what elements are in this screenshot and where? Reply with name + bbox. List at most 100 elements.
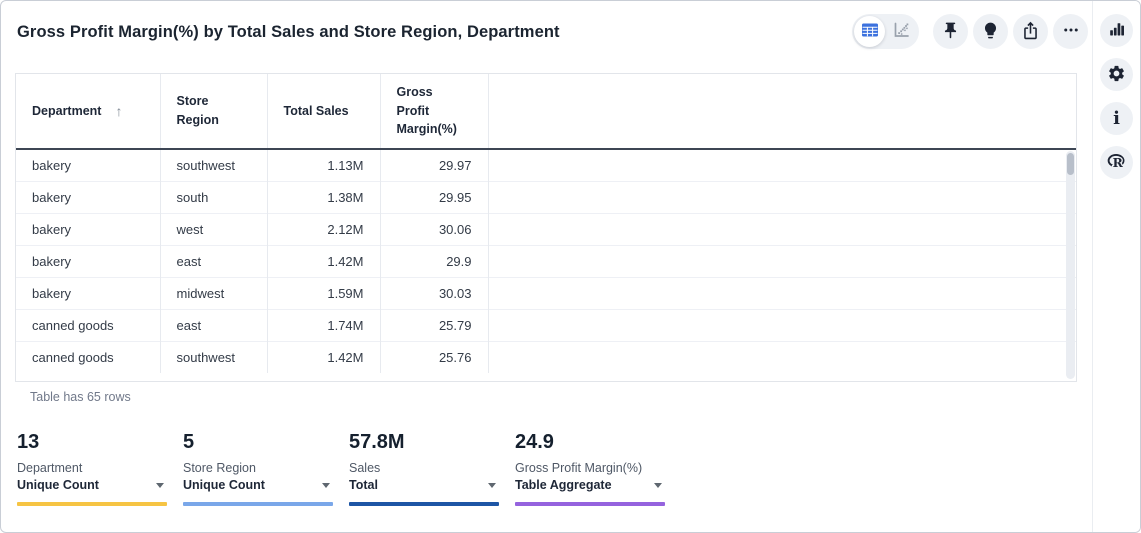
gear-icon [1107,64,1126,86]
scatter-chart-icon [891,20,911,43]
column-header-total-sales[interactable]: Total Sales [267,74,380,149]
empty-cell [488,181,1076,213]
cell-total-sales[interactable]: 1.42M [267,341,380,373]
cell-department[interactable]: canned goods [16,341,160,373]
card-label: Department [17,460,167,476]
cell-store-region[interactable]: east [160,309,267,341]
cell-gross-profit-margin[interactable]: 25.79 [380,309,488,341]
card-value: 5 [183,430,333,454]
cell-store-region[interactable]: south [160,181,267,213]
page-title: Gross Profit Margin(%) by Total Sales an… [17,23,560,42]
cell-total-sales[interactable]: 1.74M [267,309,380,341]
cell-department[interactable]: bakery [16,245,160,277]
summary-card-gross-profit-margin: 24.9 Gross Profit Margin(%) Table Aggreg… [515,430,665,506]
cell-department[interactable]: bakery [16,213,160,245]
cell-total-sales[interactable]: 1.59M [267,277,380,309]
card-accent-bar [183,502,333,506]
card-accent-bar [17,502,167,506]
chart-type-button[interactable] [1100,14,1133,47]
table-scrollbar[interactable] [1066,151,1075,379]
summary-card-store-region: 5 Store Region Unique Count [183,430,333,506]
empty-cell [488,149,1076,181]
chevron-down-icon [488,483,496,488]
insights-button[interactable] [973,14,1008,49]
aggregation-label: Unique Count [17,477,99,493]
empty-header-cell [488,74,1076,149]
cell-gross-profit-margin[interactable]: 29.97 [380,149,488,181]
info-button[interactable]: i [1100,102,1133,135]
cell-gross-profit-margin[interactable]: 29.9 [380,245,488,277]
settings-button[interactable] [1100,58,1133,91]
column-header-gross-profit-margin[interactable]: Gross Profit Margin(%) [380,74,488,149]
cell-department[interactable]: canned goods [16,309,160,341]
column-header-store-region[interactable]: Store Region [160,74,267,149]
scrollbar-thumb[interactable] [1067,153,1074,175]
table-row: bakery south 1.38M 29.95 [16,181,1076,213]
cell-gross-profit-margin[interactable]: 29.95 [380,181,488,213]
cell-department[interactable]: bakery [16,181,160,213]
card-accent-bar [515,502,665,506]
lightbulb-icon [981,21,1000,43]
card-value: 13 [17,430,167,454]
table-row: bakery west 2.12M 30.06 [16,213,1076,245]
column-header-department[interactable]: Department ↑ [16,74,160,149]
card-value: 24.9 [515,430,665,454]
table-row: bakery east 1.42M 29.9 [16,245,1076,277]
ellipsis-icon [1062,21,1080,42]
cell-store-region[interactable]: southwest [160,341,267,373]
more-options-button[interactable] [1053,14,1088,49]
table-view-button[interactable] [854,16,885,47]
pin-button[interactable] [933,14,968,49]
aggregation-label: Unique Count [183,477,265,493]
cell-gross-profit-margin[interactable]: 25.76 [380,341,488,373]
card-accent-bar [349,502,499,506]
table-row: canned goods southwest 1.42M 25.76 [16,341,1076,373]
empty-cell [488,277,1076,309]
results-table: Department ↑ Store Region Total Sales Gr… [15,73,1077,382]
aggregation-dropdown[interactable]: Unique Count [17,477,167,493]
summary-card-sales: 57.8M Sales Total [349,430,499,506]
card-label: Gross Profit Margin(%) [515,460,665,476]
chevron-down-icon [654,483,662,488]
card-label: Store Region [183,460,333,476]
sort-ascending-icon[interactable]: ↑ [115,101,122,122]
cell-total-sales[interactable]: 2.12M [267,213,380,245]
chart-view-button[interactable] [885,16,916,47]
pin-icon [941,21,960,43]
chevron-down-icon [322,483,330,488]
cell-department[interactable]: bakery [16,149,160,181]
cell-store-region[interactable]: east [160,245,267,277]
r-logo-icon: R [1106,151,1127,175]
info-icon: i [1113,110,1120,128]
cell-total-sales[interactable]: 1.13M [267,149,380,181]
share-icon [1021,21,1040,43]
toolbar [852,14,1088,49]
cell-department[interactable]: bakery [16,277,160,309]
cell-total-sales[interactable]: 1.38M [267,181,380,213]
cell-total-sales[interactable]: 1.42M [267,245,380,277]
bar-chart-icon [1108,20,1126,41]
row-count-note: Table has 65 rows [30,390,131,404]
cell-store-region[interactable]: midwest [160,277,267,309]
aggregation-label: Table Aggregate [515,477,612,493]
r-analysis-button[interactable]: R [1100,146,1133,179]
empty-cell [488,213,1076,245]
table-row: bakery midwest 1.59M 30.03 [16,277,1076,309]
cell-store-region[interactable]: west [160,213,267,245]
right-rail: i R [1092,1,1140,532]
aggregation-dropdown[interactable]: Table Aggregate [515,477,665,493]
card-value: 57.8M [349,430,499,454]
aggregation-dropdown[interactable]: Total [349,477,499,493]
empty-cell [488,341,1076,373]
share-button[interactable] [1013,14,1048,49]
empty-cell [488,309,1076,341]
aggregation-dropdown[interactable]: Unique Count [183,477,333,493]
cell-gross-profit-margin[interactable]: 30.06 [380,213,488,245]
header-row: Department ↑ Store Region Total Sales Gr… [16,74,1076,149]
summary-card-department: 13 Department Unique Count [17,430,167,506]
table-icon [860,20,880,43]
cell-gross-profit-margin[interactable]: 30.03 [380,277,488,309]
table-row: bakery southwest 1.13M 29.97 [16,149,1076,181]
view-toggle [852,14,919,49]
cell-store-region[interactable]: southwest [160,149,267,181]
